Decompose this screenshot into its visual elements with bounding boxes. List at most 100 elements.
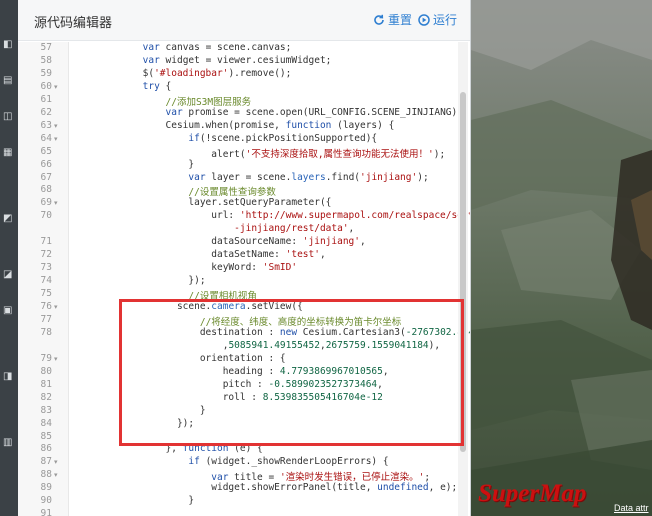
editor-header: 源代码编辑器 重置 运行	[18, 0, 470, 41]
code-token: 'jinjiang'	[302, 236, 360, 248]
code-line: destination : new Cesium.Cartesian3(-276…	[74, 327, 470, 338]
line-number: 89	[40, 482, 52, 494]
code-token: }	[74, 404, 206, 416]
data-attribution-link[interactable]: Data attr	[614, 503, 649, 513]
nav-glyph[interactable]: ◨	[3, 372, 15, 382]
map-viewer[interactable]	[471, 0, 652, 516]
code-line: });	[74, 275, 206, 287]
code-line: orientation : {	[74, 353, 286, 364]
vertical-scrollbar[interactable]	[458, 42, 468, 516]
fold-toggle-icon[interactable]: ▾	[54, 471, 62, 479]
nav-glyph[interactable]: ◪	[3, 270, 15, 280]
nav-glyph[interactable]: ◩	[3, 214, 15, 224]
line-number: 68	[40, 184, 52, 196]
nav-glyph[interactable]: ▦	[3, 148, 15, 158]
code-line: widget.showErrorPanel(title, undefined, …	[74, 482, 457, 493]
code-line: ,5085941.49155452,2675759.1559041184),	[74, 340, 440, 351]
code-token: function	[182, 443, 229, 455]
line-number: 73	[40, 262, 52, 274]
editor-title: 源代码编辑器	[34, 15, 113, 30]
aerial-terrain-image	[471, 0, 652, 516]
nav-glyph[interactable]: ◫	[3, 112, 15, 122]
code-area[interactable]: 57 58 59 60 ▾ 61 62 63 ▾ 64 ▾ 65 66 67 68 69 ▾ 70 71 72 73 74…	[18, 42, 470, 516]
code-line: url: 'http://www.supermapol.com/realspac…	[74, 210, 470, 221]
line-number: 58	[40, 54, 52, 66]
code-token: });	[74, 275, 206, 287]
reset-button[interactable]: 重置	[373, 11, 412, 28]
code-token: widget.showErrorPanel(title,	[74, 482, 378, 494]
reset-label: 重置	[388, 13, 413, 27]
code-token: (!scene.pickPositionSupported){	[199, 132, 378, 144]
line-number: 63	[40, 119, 52, 131]
line-number: 70	[40, 210, 52, 222]
code-token: dataSetName:	[74, 249, 286, 261]
code-token: camera	[211, 301, 246, 312]
fold-toggle-icon[interactable]: ▾	[54, 458, 62, 466]
code-token: 5085941.49155452	[228, 339, 320, 351]
nav-glyph[interactable]: ▤	[3, 76, 15, 86]
code-token: new	[279, 326, 298, 338]
fold-toggle-icon[interactable]: ▾	[54, 355, 62, 363]
fold-toggle-icon[interactable]: ▾	[54, 83, 62, 91]
line-number: 86	[40, 443, 52, 455]
code-token: 'SmID'	[262, 262, 298, 274]
code-token: scene.	[74, 301, 212, 312]
code-token: '#loadingbar'	[154, 67, 229, 79]
code-token: orientation : {	[74, 352, 286, 364]
line-number: 60	[40, 80, 52, 92]
code-line: roll : 8.539835505416704e-12	[74, 392, 383, 403]
line-number: 81	[40, 378, 52, 390]
code-line: }	[74, 159, 194, 170]
code-line: var title = '渲染时发生错误，已停止渲染。';	[74, 469, 430, 483]
code-token: dataSourceName:	[74, 236, 303, 248]
nav-glyph[interactable]: ◧	[3, 40, 15, 50]
code-token: }	[74, 495, 195, 507]
code-token: 'jinjiang'	[360, 171, 418, 183]
line-number: 80	[40, 365, 52, 377]
code-line: }	[74, 495, 194, 506]
code-token: destination :	[74, 326, 280, 338]
play-circle-icon	[418, 13, 430, 26]
code-line: //设置相机视角	[74, 288, 256, 302]
fold-toggle-icon[interactable]: ▾	[54, 199, 62, 207]
code-token: .find(	[325, 171, 361, 183]
code-line: scene.camera.setView({	[74, 301, 303, 312]
code-token: try	[142, 80, 160, 92]
code-token: layer = scene.	[205, 171, 292, 183]
line-number: 77	[40, 313, 52, 325]
line-number: 72	[40, 249, 52, 261]
fold-toggle-icon[interactable]: ▾	[54, 122, 62, 130]
line-number: 91	[40, 508, 52, 516]
code-token: var	[165, 106, 183, 118]
line-number: 62	[40, 106, 52, 118]
code-line: pitch : -0.5899023527373464,	[74, 379, 383, 390]
code-line: //将经度、纬度、高度的坐标转换为笛卡尔坐标	[74, 314, 401, 328]
code-token: ).remove();	[228, 67, 292, 79]
fold-toggle-icon[interactable]: ▾	[54, 303, 62, 311]
code-token: 'http://www.supermapol.com/realspace/ser…	[239, 210, 470, 222]
line-number: 66	[40, 158, 52, 170]
line-number: 65	[40, 145, 52, 157]
code-line: Cesium.when(promise, function (layers) {	[74, 120, 395, 131]
code-token: Cesium.Cartesian3(	[297, 326, 406, 338]
code-token: ,	[348, 223, 355, 235]
nav-glyph[interactable]: ▥	[3, 438, 15, 448]
code-token: canvas = scene.canvas;	[159, 42, 292, 53]
code-token: var	[188, 171, 206, 183]
code-token: var	[142, 54, 160, 66]
code-token: 4.7793869967010565	[279, 365, 383, 377]
scrollbar-thumb[interactable]	[460, 92, 466, 452]
fold-toggle-icon[interactable]: ▾	[54, 135, 62, 143]
run-button[interactable]: 运行	[418, 11, 457, 28]
code-line: var canvas = scene.canvas;	[74, 42, 292, 53]
code-token: (widget._showRenderLoopErrors) {	[199, 456, 389, 468]
code-token: 2675759.1559041184	[325, 339, 429, 351]
nav-glyph[interactable]: ▣	[3, 306, 15, 316]
code-line: layer.setQueryParameter({	[74, 197, 331, 208]
code-line: //设置属性查询参数	[74, 184, 275, 198]
code-token: heading :	[74, 365, 280, 377]
